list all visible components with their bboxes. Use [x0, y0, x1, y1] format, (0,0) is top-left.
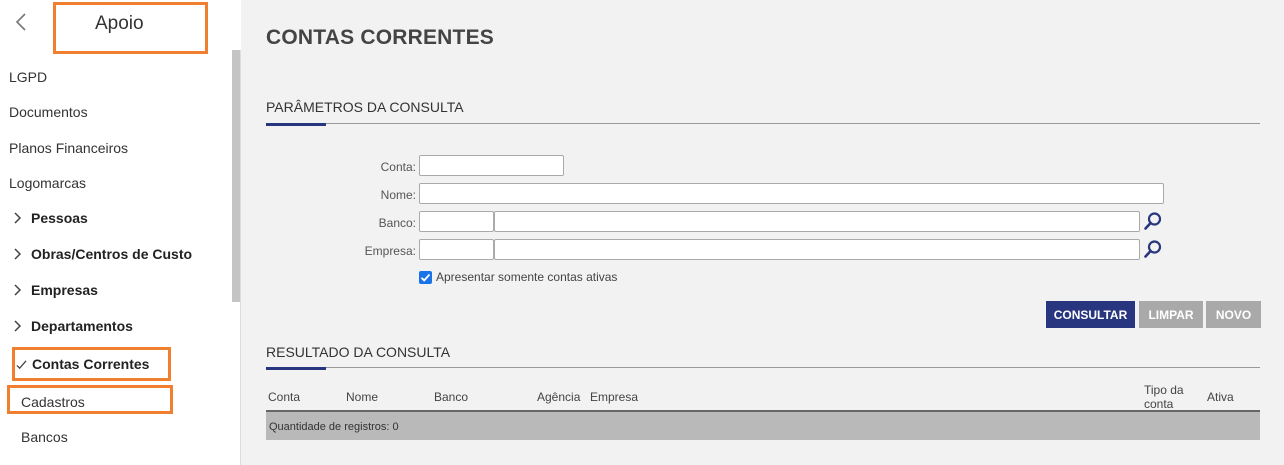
params-accent — [266, 123, 326, 126]
back-button[interactable] — [14, 12, 34, 36]
results-divider — [266, 367, 1260, 368]
sidebar-group-departamentos[interactable]: Departamentos — [13, 318, 133, 334]
column-header-tipo-conta[interactable]: Tipo da conta — [1144, 383, 1184, 411]
banco-name-input[interactable] — [494, 211, 1140, 232]
chevron-left-icon — [15, 13, 26, 31]
results-accent — [266, 367, 326, 370]
params-section-title: PARÂMETROS DA CONSULTA — [266, 99, 464, 115]
sidebar-group-pessoas[interactable]: Pessoas — [13, 210, 88, 226]
sidebar-group-label: Pessoas — [31, 210, 88, 226]
empresa-lookup-button[interactable] — [1143, 239, 1165, 261]
empresa-name-input[interactable] — [494, 239, 1140, 260]
results-section-title: RESULTADO DA CONSULTA — [266, 344, 451, 360]
active-only-checkbox[interactable] — [419, 271, 432, 284]
column-header-conta[interactable]: Conta — [268, 390, 300, 404]
chevron-right-icon — [13, 246, 31, 262]
column-header-tipo-line2: conta — [1144, 397, 1174, 411]
table-footer: Quantidade de registros: 0 — [266, 412, 1260, 440]
nome-input[interactable] — [419, 183, 1164, 204]
sidebar-item-lgpd[interactable]: LGPD — [9, 69, 47, 85]
column-header-empresa[interactable]: Empresa — [590, 390, 638, 404]
empresa-code-input[interactable] — [419, 239, 494, 260]
sidebar-group-label: Obras/Centros de Custo — [31, 246, 193, 262]
column-header-nome[interactable]: Nome — [346, 390, 378, 404]
limpar-button[interactable]: LIMPAR — [1139, 301, 1203, 328]
chevron-right-icon — [13, 210, 31, 226]
sidebar-scrollbar[interactable] — [232, 50, 240, 302]
active-only-label: Apresentar somente contas ativas — [436, 270, 618, 284]
sidebar-item-planos-financeiros[interactable]: Planos Financeiros — [9, 140, 128, 156]
nome-label: Nome: — [380, 188, 416, 202]
conta-label: Conta: — [380, 160, 416, 174]
conta-input[interactable] — [419, 155, 564, 176]
sidebar-group-empresas[interactable]: Empresas — [13, 282, 98, 298]
column-header-agencia[interactable]: Agência — [537, 390, 580, 404]
check-icon — [420, 273, 431, 282]
chevron-right-icon — [13, 318, 31, 334]
column-header-ativa[interactable]: Ativa — [1207, 390, 1234, 404]
banco-lookup-button[interactable] — [1143, 211, 1165, 233]
sidebar-item-documentos[interactable]: Documentos — [9, 104, 88, 120]
sidebar-item-logomarcas[interactable]: Logomarcas — [9, 175, 86, 191]
sidebar-item-bancos[interactable]: Bancos — [21, 429, 68, 445]
column-header-tipo-line1: Tipo da — [1144, 383, 1184, 397]
sidebar-group-label: Empresas — [31, 282, 98, 298]
sidebar-group-obras[interactable]: Obras/Centros de Custo — [13, 246, 192, 262]
consultar-button[interactable]: CONSULTAR — [1046, 301, 1135, 328]
banco-label: Banco: — [378, 216, 416, 230]
highlight-box-cadastros — [7, 385, 173, 414]
sidebar: Apoio LGPD Documentos Planos Financeiros… — [0, 0, 241, 465]
record-count: Quantidade de registros: 0 — [269, 421, 399, 433]
highlight-box-contas-correntes — [12, 347, 171, 381]
params-divider — [266, 123, 1260, 124]
banco-code-input[interactable] — [419, 211, 494, 232]
page-title: CONTAS CORRENTES — [266, 26, 494, 49]
search-icon — [1144, 240, 1162, 258]
search-icon — [1144, 212, 1162, 230]
highlight-box-title — [53, 2, 208, 54]
column-header-banco[interactable]: Banco — [434, 390, 468, 404]
chevron-right-icon — [13, 282, 31, 298]
sidebar-group-label: Departamentos — [31, 318, 133, 334]
novo-button[interactable]: NOVO — [1206, 301, 1261, 328]
empresa-label: Empresa: — [364, 244, 416, 258]
